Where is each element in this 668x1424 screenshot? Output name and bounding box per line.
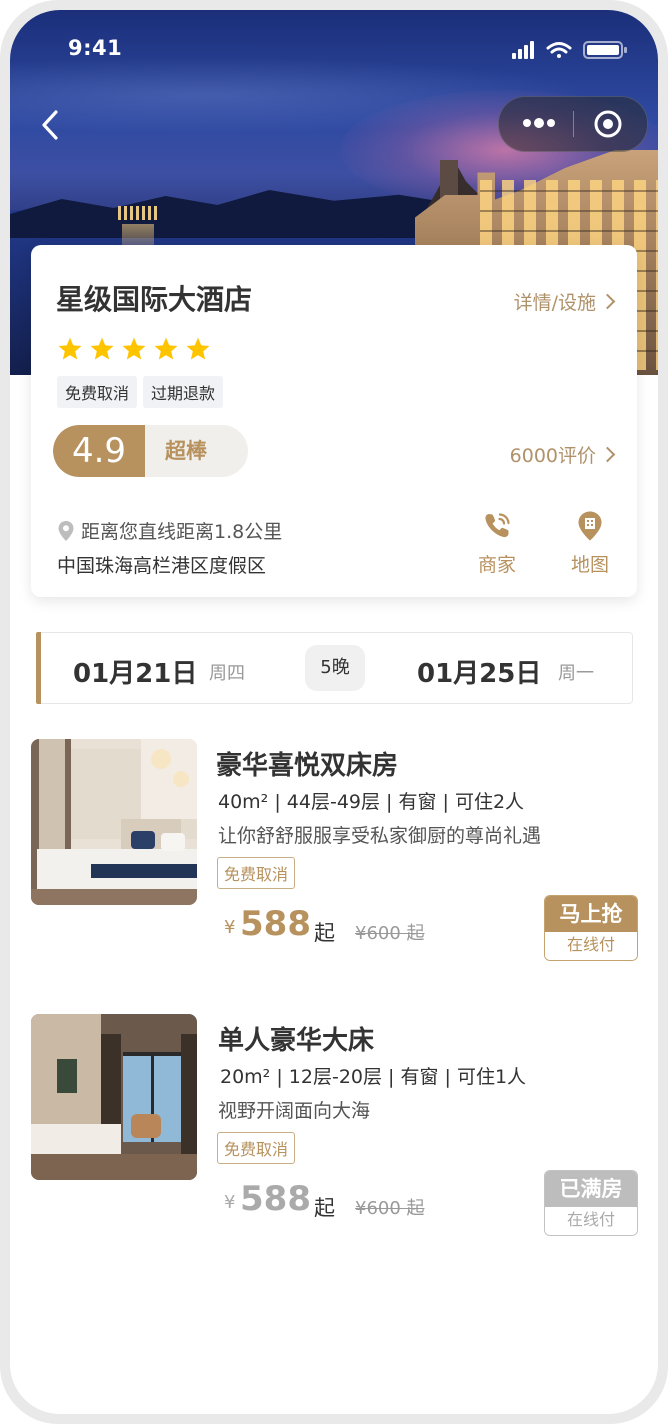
date-accent-bar xyxy=(36,632,41,704)
miniprogram-capsule xyxy=(498,96,648,152)
star-icon xyxy=(122,337,146,360)
capsule-divider xyxy=(573,111,574,137)
checkin-date: 01月21日 xyxy=(73,659,198,689)
room-name: 单人豪华大床 xyxy=(218,1026,375,1056)
hotel-info-card: 星级国际大酒店 详情/设施 免费取消 过期退款 4.9 超棒 6000评价 距离您… xyxy=(31,245,637,597)
hero-bridge-lights xyxy=(118,206,158,220)
reviews-link[interactable]: 6000评价 xyxy=(509,441,616,468)
room-cancel-tag: 免费取消 xyxy=(217,1132,296,1164)
room-spec: 20m² | 12层-20层 | 有窗 | 可住1人 xyxy=(220,1066,527,1088)
map-label: 地图 xyxy=(570,554,609,576)
room-desc: 让你舒舒服服享受私家御厨的尊尚礼遇 xyxy=(218,825,542,847)
room-photo-king xyxy=(31,1014,197,1180)
distance-text: 距离您直线距离1.8公里 xyxy=(81,521,283,543)
wifi-icon xyxy=(546,42,572,58)
contact-merchant-button[interactable]: 商家 xyxy=(462,510,532,577)
rating-word: 超棒 xyxy=(165,439,207,463)
room-card[interactable]: 单人豪华大床 20m² | 12层-20层 | 有窗 | 可住1人 视野开阔面向… xyxy=(10,1014,658,1254)
rating-score: 4.9 xyxy=(53,425,145,477)
nights-count: 5晚 xyxy=(305,645,365,691)
room-photo-twin xyxy=(31,739,197,905)
phone-call-icon xyxy=(485,513,510,538)
screen: 9:41 星级国际大酒店 详情/设施 免费取消 过期退款 4.9 超棒 6000… xyxy=(10,10,658,1414)
status-time: 9:41 xyxy=(68,36,123,60)
room-spec: 40m² | 44层-49层 | 有窗 | 可住2人 xyxy=(218,791,525,813)
star-icon xyxy=(58,337,82,360)
rating-badge: 4.9 超棒 xyxy=(53,425,248,477)
close-target-icon[interactable] xyxy=(593,109,623,139)
star-icon xyxy=(90,337,114,360)
checkin-weekday: 周四 xyxy=(209,663,245,684)
room-name: 豪华喜悦双床房 xyxy=(216,751,399,781)
room-price: 588 xyxy=(240,1179,311,1219)
tag-free-cancel: 免费取消 xyxy=(57,376,138,408)
distance-line: 距离您直线距离1.8公里 xyxy=(57,517,282,544)
original-price: ¥600 起 xyxy=(355,923,425,944)
room-price: 588 xyxy=(240,904,311,944)
star-icon xyxy=(154,337,178,360)
room-cancel-tag: 免费取消 xyxy=(217,857,296,889)
checkout-weekday: 周一 xyxy=(558,663,594,684)
original-price: ¥600 起 xyxy=(355,1198,425,1219)
map-pin-building-icon xyxy=(578,511,602,541)
sold-out-button[interactable]: 已满房 在线付 xyxy=(544,1170,638,1236)
star-icon xyxy=(186,337,210,360)
room-card[interactable]: 豪华喜悦双床房 40m² | 44层-49层 | 有窗 | 可住2人 让你舒舒服… xyxy=(10,739,658,979)
hotel-name: 星级国际大酒店 xyxy=(56,283,253,316)
book-now-button[interactable]: 马上抢 在线付 xyxy=(544,895,638,961)
signal-icon xyxy=(512,41,534,59)
currency-symbol: ¥ xyxy=(224,1192,236,1213)
currency-symbol: ¥ xyxy=(224,917,236,938)
chevron-right-icon xyxy=(599,446,616,463)
room-desc: 视野开阔面向大海 xyxy=(218,1100,371,1122)
chevron-right-icon xyxy=(599,293,616,310)
location-pin-icon xyxy=(58,521,74,541)
battery-icon xyxy=(583,41,627,59)
status-icons xyxy=(512,41,627,59)
hotel-address: 中国珠海高栏港区度假区 xyxy=(57,555,267,577)
pay-online-label: 在线付 xyxy=(545,932,637,960)
sold-out-label: 已满房 xyxy=(545,1171,637,1207)
hotel-tags: 免费取消 过期退款 xyxy=(57,376,229,408)
phone-frame: 9:41 星级国际大酒店 详情/设施 免费取消 过期退款 4.9 超棒 6000… xyxy=(0,0,668,1424)
checkout-date: 01月25日 xyxy=(417,659,542,689)
pay-online-label: 在线付 xyxy=(545,1207,637,1235)
map-button[interactable]: 地图 xyxy=(555,510,625,577)
merchant-label: 商家 xyxy=(477,554,516,576)
tag-expired-refund: 过期退款 xyxy=(143,376,224,408)
more-dots-icon[interactable] xyxy=(519,113,559,133)
back-arrow-icon[interactable] xyxy=(36,108,66,142)
details-facilities-link[interactable]: 详情/设施 xyxy=(513,288,616,315)
star-rating xyxy=(57,336,212,362)
reviews-count: 6000评价 xyxy=(509,445,596,467)
price-from-label: 起 xyxy=(314,1196,335,1220)
book-button-label: 马上抢 xyxy=(545,896,637,932)
details-link-label: 详情/设施 xyxy=(513,292,596,314)
price-from-label: 起 xyxy=(314,921,335,945)
date-selector[interactable]: 01月21日 周四 5晚 01月25日 周一 xyxy=(36,632,633,704)
